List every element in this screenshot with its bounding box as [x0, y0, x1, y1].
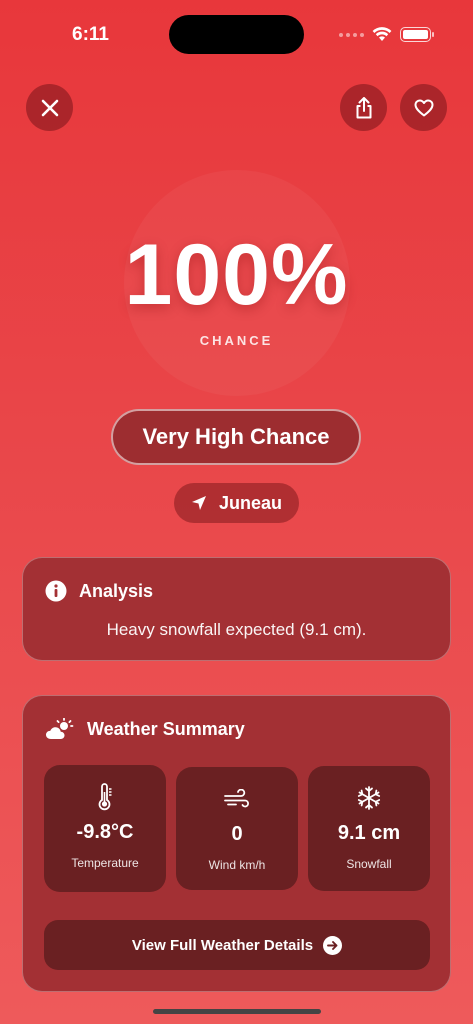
temperature-label: Temperature [71, 856, 139, 870]
status-time: 6:11 [72, 24, 109, 45]
close-button[interactable] [26, 84, 73, 131]
location-name: Juneau [218, 492, 283, 513]
temperature-value: -9.8°C [76, 821, 134, 843]
home-indicator [153, 1009, 321, 1014]
battery-icon [400, 27, 434, 42]
cellular-icon [339, 32, 364, 37]
info-icon [45, 580, 67, 602]
chance-label: CHANCE [199, 333, 274, 348]
status-icons [339, 27, 434, 42]
weather-summary-title: Weather Summary [87, 718, 245, 739]
weather-summary-header: Weather Summary [45, 718, 245, 740]
snowfall-tile: 9.1 cm Snowfall [308, 766, 430, 891]
dynamic-island [169, 15, 304, 54]
heart-icon [414, 99, 433, 116]
view-weather-details-label: View Full Weather Details [131, 936, 314, 954]
analysis-text: Heavy snowfall expected (9.1 cm). [106, 620, 367, 639]
wind-value: 0 [231, 823, 243, 845]
location-arrow-icon [191, 496, 206, 510]
analysis-header: Analysis [45, 580, 153, 602]
thermometer-icon [98, 783, 112, 811]
chance-level-text: Very High Chance [142, 424, 330, 449]
chance-percentage: 100% [124, 227, 349, 323]
wind-label: Wind km/h [208, 858, 266, 872]
cloud-sun-icon [46, 718, 74, 739]
wifi-icon [372, 27, 392, 41]
share-button[interactable] [340, 84, 387, 131]
view-weather-details-button[interactable]: View Full Weather Details [44, 920, 430, 970]
chance-level-badge: Very High Chance [111, 409, 361, 465]
temperature-tile: -9.8°C Temperature [44, 765, 166, 892]
snowfall-value: 9.1 cm [337, 822, 401, 844]
favorite-button[interactable] [400, 84, 447, 131]
wind-tile: 0 Wind km/h [176, 767, 298, 890]
analysis-card: Analysis Heavy snowfall expected (9.1 cm… [22, 557, 451, 661]
wind-icon [224, 789, 249, 808]
analysis-title: Analysis [79, 580, 154, 601]
arrow-right-circle-icon [323, 935, 343, 955]
snowflake-icon [357, 786, 381, 810]
location-pill[interactable]: Juneau [174, 483, 299, 523]
snowfall-label: Snowfall [346, 857, 392, 871]
close-icon [41, 99, 58, 116]
weather-summary-card: Weather Summary -9.8°C Temperature 0 Win… [22, 695, 451, 992]
share-icon [356, 96, 371, 118]
